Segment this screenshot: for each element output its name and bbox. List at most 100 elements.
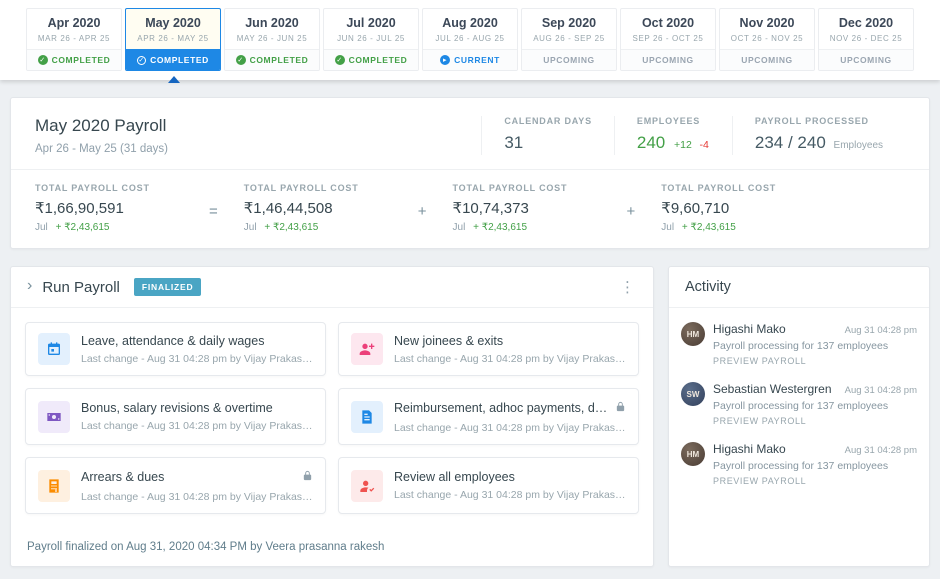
task-card-review-employees[interactable]: Review all employees Last change - Aug 3… [338,457,639,514]
month-range: MAR 26 - APR 25 [37,34,111,43]
month-carousel: Apr 2020 MAR 26 - APR 25 ✓ COMPLETED May… [0,0,940,83]
month-status: ✓ COMPLETED [324,49,418,70]
lock-icon [615,399,626,417]
month-status-label: UPCOMING [840,55,892,65]
cost-month: Jul [661,222,675,233]
activity-user-name: Higashi Mako [713,322,786,336]
month-range: NOV 26 - DEC 25 [829,34,903,43]
task-last-change: Last change - Aug 31 04:28 pm by Vijay P… [394,489,626,501]
activity-content: Higashi Mako Aug 31 04:28 pm Payroll pro… [713,442,917,486]
month-status: ✓ COMPLETED [27,49,121,70]
cost-label: TOTAL PAYROLL COST [452,183,568,193]
task-card-leave-attendance[interactable]: Leave, attendance & daily wages Last cha… [25,322,326,376]
month-title: Jul 2020 [346,16,396,30]
activity-item: HM Higashi Mako Aug 31 04:28 pm Payroll … [681,442,917,486]
calendar-icon [38,333,70,365]
activity-type-tag: PREVIEW PAYROLL [713,416,807,426]
processed-unit: Employees [833,140,883,151]
month-title: Apr 2020 [47,16,101,30]
month-range: JUL 26 - AUG 25 [435,34,505,43]
task-last-change: Last change - Aug 31 04:28 pm by Vijay P… [81,491,313,503]
check-circle-icon: ✓ [334,55,345,65]
activity-description: Payroll processing for 137 employees [713,340,889,352]
check-circle-icon: ✓ [137,55,147,65]
cost-label: TOTAL PAYROLL COST [661,183,777,193]
month-strip: Apr 2020 MAR 26 - APR 25 ✓ COMPLETED May… [0,0,940,80]
plus-operator: + [626,202,636,220]
task-card-arrears-dues[interactable]: Arrears & dues Last change - Aug 31 04:2… [25,457,326,514]
lock-icon [302,468,313,486]
month-card-aug-2020[interactable]: Aug 2020 JUL 26 - AUG 25 ▸ CURRENT [422,8,518,71]
payroll-cost-breakdown: TOTAL PAYROLL COST ₹1,66,90,591 Jul + ₹2… [11,169,929,248]
month-card-may-2020[interactable]: May 2020 APR 26 - MAY 25 ✓ COMPLETED [125,8,221,71]
document-icon [351,400,383,433]
activity-content: Sebastian Westergren Aug 31 04:28 pm Pay… [713,382,917,426]
page-title: May 2020 Payroll [35,116,167,135]
task-last-change: Last change - Aug 31 04:28 pm by Vijay P… [81,420,313,432]
month-status: ✓ COMPLETED [225,49,319,70]
employees-removed: -4 [699,139,709,151]
check-circle-icon: ✓ [235,55,246,65]
avatar: HM [681,442,705,466]
collapse-chevron-icon[interactable]: › [27,277,32,295]
month-status: UPCOMING [720,49,814,70]
cost-group-salary: TOTAL PAYROLL COST ₹1,46,44,508 Jul + ₹2… [244,183,392,233]
month-card-sep-2020[interactable]: Sep 2020 AUG 26 - SEP 25 UPCOMING [521,8,617,71]
activity-description: Payroll processing for 137 employees [713,460,889,472]
stat-label: CALENDAR DAYS [504,116,592,126]
finalized-badge: FINALIZED [133,278,202,296]
activity-timestamp: Aug 31 04:28 pm [844,445,917,456]
task-card-new-joinees[interactable]: New joinees & exits Last change - Aug 31… [338,322,639,376]
calendar-days-value: 31 [504,133,524,152]
month-card-jun-2020[interactable]: Jun 2020 MAY 26 - JUN 25 ✓ COMPLETED [224,8,320,71]
month-card-oct-2020[interactable]: Oct 2020 SEP 26 - OCT 25 UPCOMING [620,8,716,71]
activity-list: HM Higashi Mako Aug 31 04:28 pm Payroll … [669,308,929,506]
task-last-change: Last change - Aug 31 04:28 pm by Vijay P… [394,352,626,365]
month-status-label: COMPLETED [348,55,408,65]
month-status-label: COMPLETED [249,55,309,65]
cost-value: ₹9,60,710 [661,200,730,217]
month-status-label: UPCOMING [741,55,793,65]
overflow-menu-icon[interactable]: ⋮ [616,278,639,296]
task-title: Review all employees [394,470,515,484]
cost-month: Jul [452,222,466,233]
employees-value: 240 +12 -4 [637,133,710,153]
run-payroll-tasks: Leave, attendance & daily wages Last cha… [11,308,653,528]
month-status-label: COMPLETED [51,55,111,65]
activity-title: Activity [669,267,929,308]
month-card-nov-2020[interactable]: Nov 2020 OCT 26 - NOV 25 UPCOMING [719,8,815,71]
cost-value: ₹1,66,90,591 [35,200,124,217]
stat-calendar-days: CALENDAR DAYS 31 [481,116,614,155]
task-last-change: Last change - Aug 31 04:28 pm by Vijay P… [394,422,626,434]
month-card-apr-2020[interactable]: Apr 2020 MAR 26 - APR 25 ✓ COMPLETED [26,8,122,71]
run-payroll-title: Run Payroll [42,278,120,296]
task-text: Reimbursement, adhoc payments, deduction… [394,399,626,434]
summary-top-row: May 2020 Payroll Apr 26 - May 25 (31 day… [11,98,929,169]
person-check-icon [351,469,383,502]
summary-title-block: May 2020 Payroll Apr 26 - May 25 (31 day… [35,116,168,155]
task-last-change: Last change - Aug 31 04:28 pm by Vijay P… [81,352,313,365]
task-text: Arrears & dues Last change - Aug 31 04:2… [81,468,313,503]
stat-label: PAYROLL PROCESSED [754,116,869,126]
stat-label: EMPLOYEES [636,116,701,126]
month-card-jul-2020[interactable]: Jul 2020 JUN 26 - JUL 25 ✓ COMPLETED [323,8,419,71]
month-status: UPCOMING [621,49,715,70]
stat-employees: EMPLOYEES 240 +12 -4 [613,116,732,155]
cost-label: TOTAL PAYROLL COST [243,183,359,193]
month-status-label: UPCOMING [642,55,694,65]
month-title: Aug 2020 [442,16,498,30]
activity-timestamp: Aug 31 04:28 pm [844,385,917,396]
task-title: New joinees & exits [394,333,504,348]
month-card-dec-2020[interactable]: Dec 2020 NOV 26 - DEC 25 UPCOMING [818,8,914,71]
equals-operator: = [209,202,218,220]
plus-operator: + [417,202,427,220]
task-text: New joinees & exits Last change - Aug 31… [394,334,626,365]
cost-group-4: TOTAL PAYROLL COST ₹9,60,710 Jul + ₹2,43… [661,183,809,233]
task-card-reimbursement[interactable]: Reimbursement, adhoc payments, deduction… [338,388,639,445]
cost-value: ₹1,46,44,508 [243,200,333,217]
month-range: SEP 26 - OCT 25 [632,34,704,43]
task-text: Bonus, salary revisions & overtime Last … [81,401,313,432]
cost-delta: + ₹2,43,615 [473,222,528,233]
task-card-bonus-revisions[interactable]: Bonus, salary revisions & overtime Last … [25,388,326,445]
person-plus-icon [351,333,383,365]
